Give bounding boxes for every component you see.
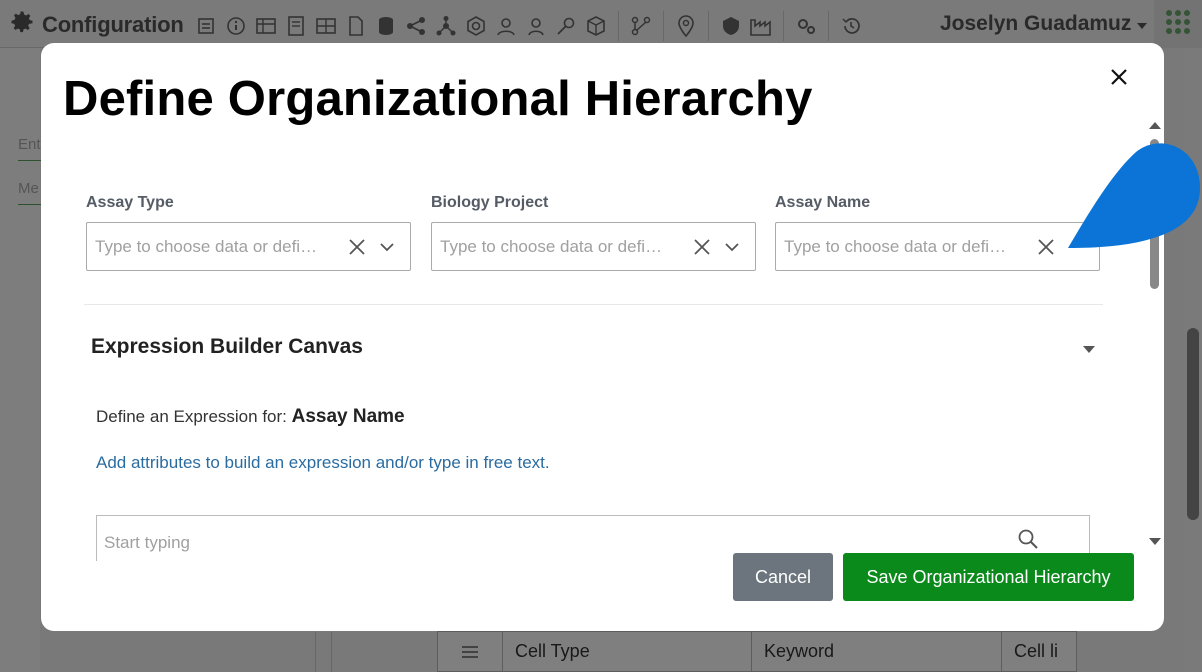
clear-icon[interactable] [1032, 233, 1060, 261]
chevron-down-icon[interactable] [373, 233, 401, 261]
assay-type-combobox[interactable] [86, 222, 411, 271]
scroll-down-icon[interactable] [1149, 535, 1161, 547]
search-icon[interactable] [1017, 528, 1041, 552]
assay-name-label: Assay Name [775, 194, 871, 211]
clear-icon[interactable] [688, 233, 716, 261]
save-hierarchy-button[interactable]: Save Organizational Hierarchy [843, 553, 1134, 601]
expression-search-input[interactable] [104, 524, 1004, 553]
hierarchy-dialog: Define Organizational Hierarchy Assay Ty… [41, 43, 1164, 631]
biology-project-label: Biology Project [431, 194, 549, 211]
chevron-down-icon[interactable] [718, 233, 746, 261]
assay-type-input[interactable] [95, 236, 330, 257]
assay-name-field: Assay Name [775, 194, 1100, 271]
cancel-button[interactable]: Cancel [733, 553, 833, 601]
section-divider [84, 304, 1103, 305]
close-button[interactable] [1105, 65, 1133, 93]
clear-icon[interactable] [343, 233, 371, 261]
caret-down-icon [1083, 340, 1095, 358]
biology-project-combobox[interactable] [431, 222, 756, 271]
biology-project-field: Biology Project [431, 194, 756, 271]
dialog-title: Define Organizational Hierarchy [63, 72, 813, 126]
expression-prefix: Define an Expression for: [96, 407, 292, 426]
close-icon [1111, 68, 1127, 90]
expression-target-line: Define an Expression for: Assay Name [96, 406, 405, 428]
assay-type-label: Assay Type [86, 194, 174, 211]
assay-name-combobox[interactable] [775, 222, 1100, 271]
section-title: Expression Builder Canvas [91, 335, 363, 358]
decorative-blue-shape [1066, 140, 1202, 252]
expression-target: Assay Name [291, 406, 405, 427]
biology-project-input[interactable] [440, 236, 675, 257]
assay-name-input[interactable] [784, 236, 1019, 257]
scroll-up-icon[interactable] [1149, 119, 1161, 131]
section-collapse-toggle[interactable] [1079, 339, 1099, 359]
expression-hint: Add attributes to build an expression an… [96, 453, 550, 472]
assay-type-field: Assay Type [86, 194, 411, 271]
